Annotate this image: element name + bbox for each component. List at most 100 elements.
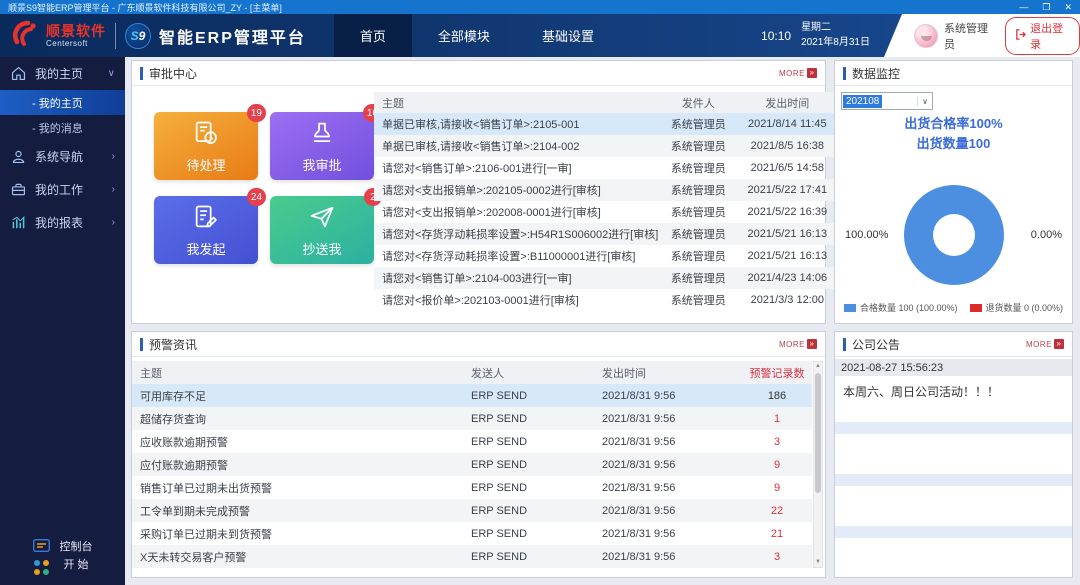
sidebar-item-my-messages[interactable]: - 我的消息 [0, 115, 125, 140]
tile-my-approvals[interactable]: 16 我审批 [270, 112, 374, 180]
tab-2[interactable]: 基础设置 [516, 14, 620, 57]
maximize-button[interactable]: ❐ [1042, 2, 1050, 13]
announcements-more-button[interactable]: MORE » [1026, 339, 1064, 349]
chevron-right-icon: › [112, 184, 115, 195]
donut-legend: 合格数量 100 (100.00%) 退货数量 0 (0.00%) [835, 301, 1072, 314]
alert-row[interactable]: 销售订单已过期未出货预警 ERP SEND 2021/8/31 9:56 9 [132, 476, 812, 499]
approval-row[interactable]: 请您对<销售订单>:2106-001进行[一审] 系统管理员 2021/6/5 … [374, 157, 836, 179]
doc-pencil-icon [192, 203, 220, 234]
approval-more-button[interactable]: MORE » [779, 68, 817, 78]
sidebar-item-my-home[interactable]: - 我的主页 [0, 90, 125, 115]
sidebar-group-my-work[interactable]: 我的工作 › [0, 173, 125, 206]
donut-chart: 100.00% 0.00% [835, 164, 1072, 306]
legend-swatch-blue [844, 304, 856, 312]
alert-row[interactable]: 可用库存不足 ERP SEND 2021/8/31 9:56 186 [132, 384, 812, 407]
approval-row[interactable]: 请您对<存货浮动耗损率设置>:B11000001进行[审核] 系统管理员 202… [374, 245, 836, 267]
user-avatar[interactable] [914, 24, 938, 48]
close-button[interactable]: ✕ [1064, 2, 1072, 13]
announcement-empty-row [835, 526, 1072, 538]
more-icon: » [807, 339, 817, 349]
monitor-headline-qty: 出货数量100 [835, 134, 1072, 154]
tile-initiated-by-me[interactable]: 24 我发起 [154, 196, 258, 264]
period-value: 202108 [843, 95, 882, 108]
announcements-panel: 公司公告 MORE » 2021-08-27 15:56:23 本周六、周日公司… [834, 331, 1073, 578]
alerts-panel-title: 预警资讯 [149, 336, 197, 353]
tile-pending[interactable]: 19 待处理 [154, 112, 258, 180]
brand-divider [115, 23, 116, 49]
monitor-headline-rate: 出货合格率100% [835, 114, 1072, 134]
clock-time: 10:10 [761, 29, 791, 43]
user-name: 系统管理员 [944, 20, 995, 52]
legend-qualified: 合格数量 100 (100.00%) [844, 301, 958, 314]
chevron-down-icon: ∨ [108, 68, 115, 79]
donut-ring [904, 185, 1004, 285]
donut-left-label: 100.00% [845, 229, 888, 241]
approval-table: 主题 发件人 发出时间 单据已审核,请接收<销售订单>:2105-001 系统管… [374, 92, 847, 323]
alerts-more-button[interactable]: MORE » [779, 339, 817, 349]
alerts-panel: 预警资讯 MORE » 主题 发送人 发出时间 预警记录数 可用库存不足 ERP… [131, 331, 826, 578]
s9-logo-icon: S9 [125, 23, 151, 49]
approval-row[interactable]: 单据已审核,请接收<销售订单>:2104-002 系统管理员 2021/8/5 … [374, 135, 836, 157]
approval-row[interactable]: 请您对<报价单>:202103-0001进行[审核] 系统管理员 2021/3/… [374, 289, 836, 311]
data-monitor-panel: 数据监控 202108 ∨ 出货合格率100% 出货数量100 100.00% … [834, 60, 1073, 324]
alert-row[interactable]: 超储存货查询 ERP SEND 2021/8/31 9:56 1 [132, 407, 812, 430]
tab-1[interactable]: 全部模块 [412, 14, 516, 57]
header-clock: 10:10 星期二 2021年8月31日 [761, 14, 870, 57]
period-select[interactable]: 202108 ∨ [841, 92, 933, 110]
sidebar-group-system-nav[interactable]: 系统导航 › [0, 140, 125, 173]
product-title: 智能ERP管理平台 [159, 24, 306, 48]
console-launcher[interactable]: 控制台 开 始 [0, 539, 125, 575]
alert-row[interactable]: 采购订单已过期未到货预警 ERP SEND 2021/8/31 9:56 21 [132, 522, 812, 545]
announcement-empty-row [835, 474, 1072, 486]
chevron-right-icon: › [112, 151, 115, 162]
monitor-panel-title: 数据监控 [852, 65, 900, 82]
approval-row[interactable]: 请您对<存货浮动耗损率设置>:H54R1S006002进行[审核] 系统管理员 … [374, 223, 836, 245]
alert-row[interactable]: X天未转交易客户预警 ERP SEND 2021/8/31 9:56 3 [132, 545, 812, 568]
alert-row[interactable]: 工令单到期未完成预警 ERP SEND 2021/8/31 9:56 22 [132, 499, 812, 522]
main-nav: 首页全部模块基础设置 [334, 14, 620, 57]
alerts-table-header: 主题 发送人 发出时间 预警记录数 [132, 361, 812, 384]
console-label: 控制台 [60, 539, 93, 557]
alerts-scrollbar[interactable]: ▲ ▼ [813, 361, 823, 568]
stamp-icon [308, 119, 336, 150]
window-title: 顺景S9智能ERP管理平台 - 广东顺景软件科技有限公司_ZY - [主菜单] [8, 1, 1019, 14]
approval-center-panel: 审批中心 MORE » 19 待处理 16 我审批 24 [131, 60, 826, 324]
clock-date: 2021年8月31日 [801, 36, 870, 51]
chevron-right-icon: › [112, 217, 115, 228]
minimize-button[interactable]: — [1019, 2, 1028, 13]
legend-returned: 退货数量 0 (0.00%) [970, 301, 1064, 314]
sidebar-group-my-reports[interactable]: 我的报表 › [0, 206, 125, 239]
alert-row[interactable]: 应付账款逾期预警 ERP SEND 2021/8/31 9:56 9 [132, 453, 812, 476]
more-icon: » [1054, 339, 1064, 349]
scroll-thumb[interactable] [815, 373, 821, 493]
approval-panel-title: 审批中心 [149, 65, 197, 82]
donut-right-label: 0.00% [1031, 229, 1062, 241]
alerts-table: 主题 发送人 发出时间 预警记录数 可用库存不足 ERP SEND 2021/8… [132, 361, 823, 568]
sidebar: 我的主页 ∨ - 我的主页 - 我的消息 系统导航 › 我的工作 › 我的报表 … [0, 57, 125, 585]
approval-row[interactable]: 单据已审核,请接收<销售订单>:2105-001 系统管理员 2021/8/14… [374, 113, 836, 135]
brand-logo: 顺景软件 Centersoft S9 智能ERP管理平台 [0, 14, 306, 57]
company-swirl-icon [10, 18, 42, 53]
approval-row[interactable]: 请您对<支出报销单>:202105-0002进行[审核] 系统管理员 2021/… [374, 179, 836, 201]
header-spacer [620, 14, 761, 57]
approval-row[interactable]: 请您对<销售订单>:2104-003进行[一审] 系统管理员 2021/4/23… [374, 267, 836, 289]
legend-swatch-red [970, 304, 982, 312]
navigation-person-icon [10, 148, 27, 165]
scroll-up-icon[interactable]: ▲ [814, 362, 822, 371]
scroll-down-icon[interactable]: ▼ [814, 558, 822, 567]
logout-icon [1015, 29, 1026, 43]
alert-row[interactable]: 应收账款逾期预警 ERP SEND 2021/8/31 9:56 3 [132, 430, 812, 453]
home-icon [10, 65, 27, 82]
more-icon: » [807, 68, 817, 78]
select-chevron-icon: ∨ [917, 97, 932, 106]
announcement-empty-row [835, 422, 1072, 434]
briefcase-icon [10, 181, 27, 198]
tile-cc-to-me[interactable]: 2 抄送我 [270, 196, 374, 264]
clock-weekday: 星期二 [801, 21, 870, 36]
initiate-count-badge: 24 [247, 188, 266, 206]
window-titlebar: 顺景S9智能ERP管理平台 - 广东顺景软件科技有限公司_ZY - [主菜单] … [0, 0, 1080, 14]
sidebar-group-my-home[interactable]: 我的主页 ∨ [0, 57, 125, 90]
tab-0[interactable]: 首页 [334, 14, 412, 57]
approval-row[interactable]: 请您对<支出报销单>:202008-0001进行[审核] 系统管理员 2021/… [374, 201, 836, 223]
logout-button[interactable]: 退出登录 [1005, 17, 1080, 55]
